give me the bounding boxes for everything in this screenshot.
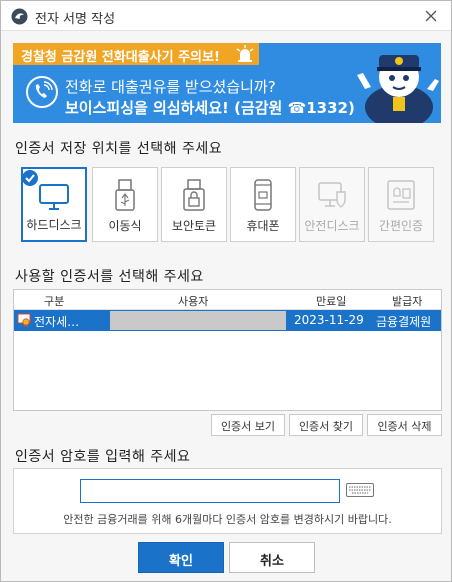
storage-label: 하드디스크 — [26, 218, 82, 232]
cert-section-title: 사용할 인증서를 선택해 주세요 — [15, 269, 204, 285]
banner-question: 전화로 대출권유를 받으셨습니까? — [65, 78, 276, 96]
simple-auth-icon — [387, 180, 415, 210]
table-header: 구분 사용자 만료일 발급자 — [14, 290, 441, 310]
app-logo-icon — [11, 8, 28, 25]
police-mascot-icon — [357, 55, 439, 123]
phone-icon — [254, 179, 272, 211]
storage-label: 안전디스크 — [304, 219, 360, 233]
storage-mobile-phone[interactable]: 휴대폰 — [230, 167, 296, 242]
certificate-table: 구분 사용자 만료일 발급자 전자세… 2023-11-29 금융결제원 — [13, 289, 442, 411]
checkmark-icon — [22, 170, 38, 186]
storage-removable[interactable]: 이동식 — [92, 167, 158, 242]
secure-disk-icon — [318, 182, 346, 208]
certificate-dialog: 전자 서명 작성 경찰청 금감원 전화대출사기 주의보! 전화로 대출권유를 받… — [0, 0, 452, 582]
password-section-title: 인증서 암호를 입력해 주세요 — [15, 449, 191, 465]
column-header-type[interactable]: 구분 — [44, 293, 64, 309]
banner-warning: 보이스피싱을 의심하세요! (금감원 ☎1332) — [65, 99, 355, 117]
find-cert-button[interactable]: 인증서 찾기 — [289, 414, 363, 436]
column-header-user[interactable]: 사용자 — [178, 293, 208, 309]
cancel-button[interactable]: 취소 — [229, 542, 315, 573]
storage-label: 간편인증 — [378, 219, 424, 233]
window-title: 전자 서명 작성 — [35, 12, 116, 27]
phishing-warning-banner[interactable]: 경찰청 금감원 전화대출사기 주의보! 전화로 대출권유를 받으셨습니까? 보이… — [13, 43, 441, 123]
confirm-button[interactable]: 확인 — [138, 542, 224, 573]
title-bar: 전자 서명 작성 — [1, 1, 451, 31]
usb-icon — [115, 179, 135, 211]
delete-cert-button[interactable]: 인증서 삭제 — [367, 414, 442, 436]
banner-alert-text: 경찰청 금감원 전화대출사기 주의보! — [13, 43, 259, 65]
close-icon[interactable] — [421, 6, 441, 26]
redacted-user — [110, 311, 286, 330]
cert-type: 전자세… — [34, 315, 80, 329]
view-cert-button[interactable]: 인증서 보기 — [211, 414, 285, 436]
lock-token-icon — [183, 179, 205, 211]
storage-section-title: 인증서 저장 위치를 선택해 주세요 — [15, 141, 223, 157]
password-change-notice: 안전한 금융거래를 위해 6개월마다 인증서 암호를 변경하시기 바랍니다. — [63, 513, 392, 526]
storage-security-token[interactable]: 보안토큰 — [161, 167, 227, 242]
storage-label: 휴대폰 — [246, 219, 280, 233]
password-input[interactable] — [80, 479, 340, 503]
column-header-issuer[interactable]: 발급자 — [392, 293, 422, 309]
cert-issuer: 금융결제원 — [376, 315, 432, 329]
monitor-icon — [39, 184, 69, 210]
password-panel: 안전한 금융거래를 위해 6개월마다 인증서 암호를 변경하시기 바랍니다. — [13, 468, 442, 534]
storage-label: 보안토큰 — [171, 219, 217, 233]
siren-icon — [236, 45, 254, 62]
storage-label: 이동식 — [108, 219, 142, 233]
virtual-keyboard-icon[interactable] — [346, 483, 374, 497]
column-header-expiry[interactable]: 만료일 — [316, 293, 346, 309]
storage-secure-disk: 안전디스크 — [299, 167, 365, 242]
cert-expiry: 2023-11-29 — [294, 313, 364, 327]
certificate-icon — [17, 313, 31, 327]
table-row[interactable]: 전자세… 2023-11-29 금융결제원 — [14, 310, 441, 331]
phone-call-icon — [26, 76, 58, 108]
storage-simple-auth: 간편인증 — [368, 167, 434, 242]
